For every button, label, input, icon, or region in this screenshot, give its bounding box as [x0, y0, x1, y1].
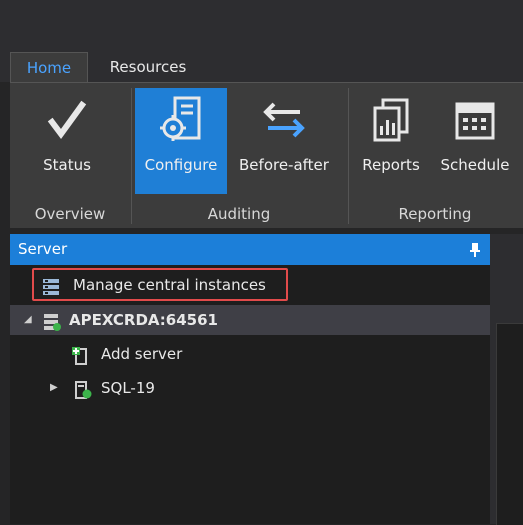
tree-root-item[interactable]: ◢ APEXCRDA:64561 — [10, 305, 490, 335]
right-pane-content — [496, 323, 523, 525]
schedule-button-label: Schedule — [440, 156, 510, 174]
configure-gear-icon — [159, 96, 203, 144]
tab-home[interactable]: Home — [10, 52, 88, 82]
server-label: SQL-19 — [101, 379, 155, 397]
server-group-icon — [43, 311, 61, 331]
add-server-item[interactable]: Add server — [68, 339, 268, 369]
server-icon — [74, 379, 92, 399]
calendar-icon — [453, 96, 497, 144]
collapse-arrow-icon[interactable]: ◢ — [24, 305, 32, 335]
tab-resources[interactable]: Resources — [96, 52, 200, 82]
reports-button[interactable]: Reports — [356, 88, 426, 194]
server-panel-header: Server — [10, 234, 490, 265]
expand-arrow-icon[interactable]: ▶ — [50, 373, 58, 403]
pin-icon[interactable] — [470, 242, 480, 257]
before-after-button[interactable]: Before-after — [232, 88, 336, 194]
ribbon-group-separator — [348, 88, 349, 224]
add-server-label: Add server — [101, 345, 183, 363]
schedule-button[interactable]: Schedule — [436, 88, 514, 194]
reports-button-label: Reports — [362, 156, 420, 174]
server-item-sql-19[interactable]: ▶ SQL-19 — [48, 373, 248, 403]
server-panel-title: Server — [18, 240, 68, 258]
group-label-reporting: Reporting — [398, 205, 472, 223]
highlight-box — [32, 268, 288, 301]
configure-button[interactable]: Configure — [135, 88, 227, 194]
status-button-label: Status — [43, 156, 91, 174]
before-after-button-label: Before-after — [239, 156, 329, 174]
group-label-auditing: Auditing — [207, 205, 271, 223]
configure-button-label: Configure — [144, 156, 218, 174]
swap-arrows-icon — [262, 96, 306, 144]
tree-root-label: APEXCRDA:64561 — [69, 311, 218, 329]
add-server-icon — [72, 345, 90, 365]
status-button[interactable]: Status — [14, 88, 120, 194]
checkmark-icon — [45, 96, 89, 144]
title-bar — [0, 0, 523, 48]
reports-icon — [369, 96, 413, 144]
group-label-overview: Overview — [34, 205, 106, 223]
